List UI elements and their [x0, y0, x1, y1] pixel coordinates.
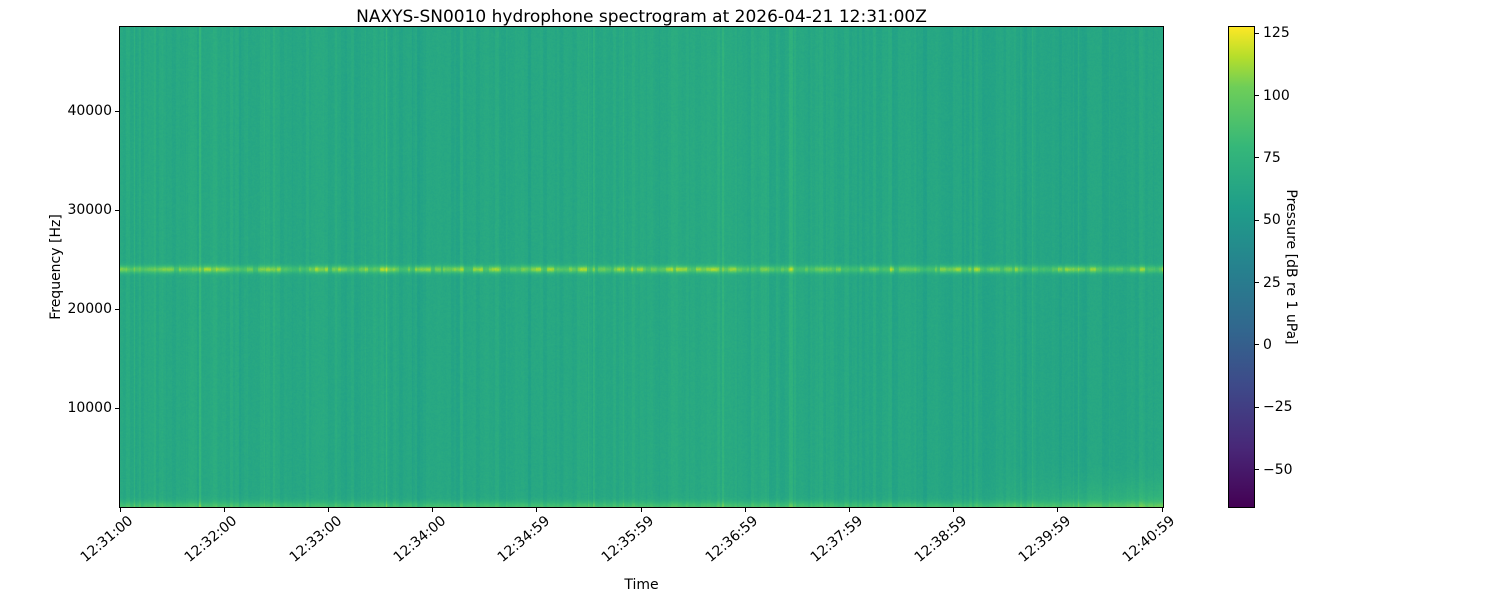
x-tick-mark	[1161, 508, 1163, 512]
y-tick-label: 30000	[67, 202, 112, 218]
x-tick-label: 12:37:59	[807, 513, 866, 566]
x-tick-label: 12:38:59	[911, 513, 970, 566]
spectrogram-plot	[119, 26, 1164, 508]
x-tick-label: 12:36:59	[703, 513, 762, 566]
colorbar-tick-label: −50	[1263, 461, 1293, 478]
y-tick-mark	[115, 110, 119, 112]
x-tick-mark	[1057, 508, 1059, 512]
x-tick-mark	[953, 508, 955, 512]
chart-title: NAXYS-SN0010 hydrophone spectrogram at 2…	[356, 7, 927, 27]
y-tick-mark	[115, 209, 119, 211]
x-tick-label: 12:34:59	[494, 513, 554, 566]
x-tick-mark	[223, 508, 225, 512]
colorbar-tick-label: 100	[1263, 87, 1290, 104]
x-tick-mark	[327, 508, 329, 512]
y-tick-mark	[115, 407, 119, 409]
x-axis-label: Time	[624, 577, 659, 593]
spectrogram-canvas	[120, 27, 1163, 507]
colorbar-tick-mark	[1255, 95, 1259, 97]
colorbar-tick-mark	[1255, 219, 1259, 221]
x-tick-label: 12:33:00	[286, 513, 345, 566]
x-tick-mark	[432, 508, 434, 512]
x-tick-mark	[119, 508, 121, 512]
x-tick-mark	[536, 508, 538, 512]
x-tick-mark	[640, 508, 642, 512]
x-tick-mark	[744, 508, 746, 512]
y-axis-label: Frequency [Hz]	[48, 214, 64, 320]
x-tick-label: 12:39:59	[1015, 513, 1075, 566]
colorbar-tick-mark	[1255, 469, 1259, 471]
x-tick-label: 12:31:00	[77, 513, 137, 566]
x-tick-label: 12:34:00	[390, 513, 449, 566]
colorbar-tick-label: 50	[1263, 212, 1281, 229]
y-tick-label: 40000	[67, 103, 112, 119]
colorbar-tick-mark	[1255, 282, 1259, 284]
colorbar-tick-label: 0	[1263, 336, 1272, 353]
colorbar-tick-mark	[1255, 157, 1259, 159]
x-tick-label: 12:35:59	[598, 513, 658, 566]
colorbar-tick-mark	[1255, 344, 1259, 346]
y-tick-label: 10000	[67, 400, 112, 416]
colorbar-tick-mark	[1255, 406, 1259, 408]
figure-root: { "chart_data": { "type": "heatmap", "su…	[0, 0, 1500, 600]
x-tick-label: 12:40:59	[1119, 513, 1179, 566]
x-tick-mark	[848, 508, 850, 512]
colorbar-tick-mark	[1255, 32, 1259, 34]
y-tick-label: 20000	[67, 301, 112, 317]
x-tick-label: 12:32:00	[182, 513, 241, 566]
colorbar-tick-label: 125	[1263, 25, 1290, 42]
colorbar	[1228, 26, 1255, 508]
y-tick-mark	[115, 308, 119, 310]
colorbar-tick-label: 75	[1263, 149, 1281, 166]
colorbar-label: Pressure [dB re 1 uPa]	[1283, 189, 1299, 345]
colorbar-tick-label: −25	[1263, 399, 1293, 416]
colorbar-tick-label: 25	[1263, 274, 1281, 291]
colorbar-gradient	[1229, 27, 1254, 507]
